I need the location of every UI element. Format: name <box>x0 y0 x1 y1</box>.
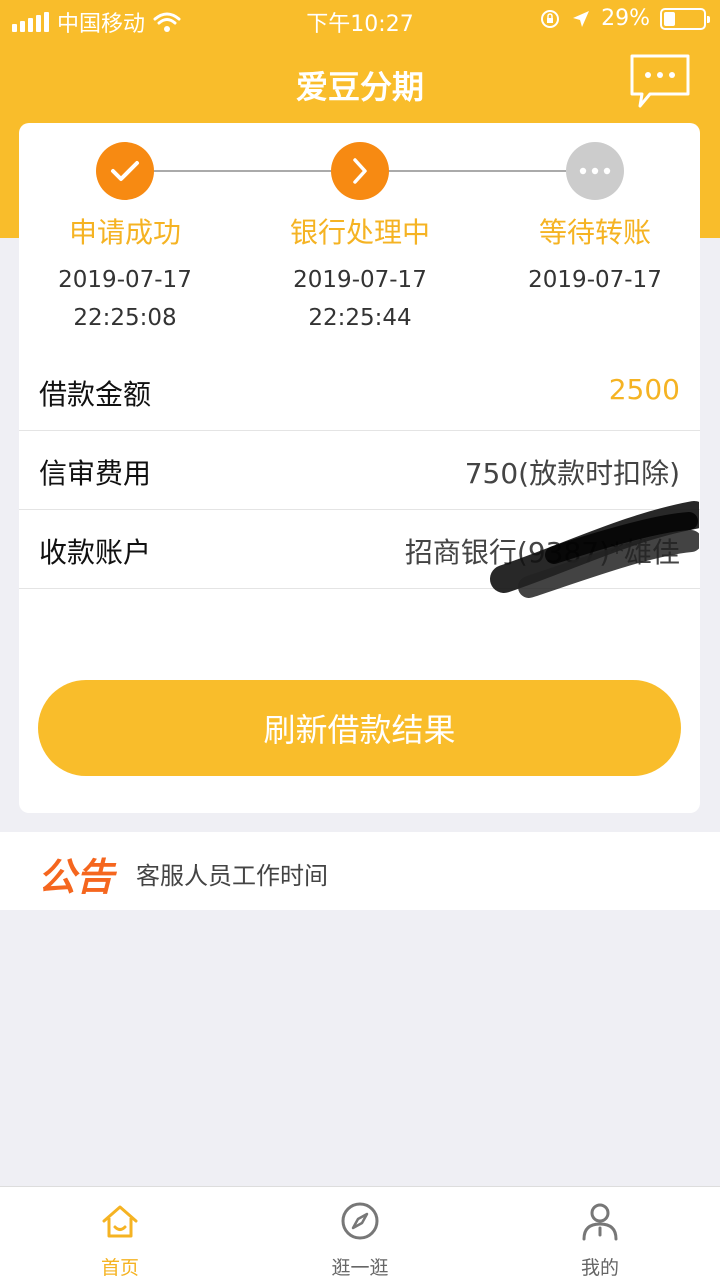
step-date: 2019-07-17 <box>293 267 427 293</box>
redaction-scribble <box>490 501 699 598</box>
review-fee-value: 750(放款时扣除) <box>464 457 680 490</box>
tab-label: 首页 <box>100 1257 139 1279</box>
home-icon <box>102 1205 138 1238</box>
notice-tag: 公告 <box>38 855 115 899</box>
notice-bar[interactable]: 公告 客服人员工作时间 <box>0 832 720 910</box>
progress-line-2 <box>388 170 566 172</box>
step-time: 22:25:08 <box>73 305 177 331</box>
orientation-lock-icon <box>541 9 560 28</box>
message-icon[interactable] <box>628 52 692 110</box>
step-label-applied: 申请成功 <box>68 216 181 249</box>
nav-bar: 爱豆分期 <box>0 40 720 122</box>
loan-status-card: 申请成功 银行处理中 等待转账 2019-07-17 22:25:08 2019… <box>19 123 700 813</box>
tab-bar: 首页 逛一逛 我的 <box>0 1186 720 1280</box>
location-icon <box>573 10 590 27</box>
step-current-icon <box>331 142 389 200</box>
step-date: 2019-07-17 <box>528 267 662 293</box>
step-datetime-applied: 2019-07-17 22:25:08 <box>25 261 225 337</box>
review-fee-label: 信审费用 <box>39 457 152 490</box>
step-datetime-waiting: 2019-07-17 <box>495 261 695 299</box>
tab-explore[interactable]: 逛一逛 <box>240 1187 480 1280</box>
battery-icon <box>660 7 710 30</box>
step-done-icon <box>96 142 154 200</box>
check-icon <box>111 161 139 181</box>
more-dots-icon <box>579 167 611 175</box>
step-datetime-processing: 2019-07-17 22:25:44 <box>260 261 460 337</box>
battery-percent: 29% <box>601 6 650 31</box>
tab-home[interactable]: 首页 <box>0 1187 240 1280</box>
progress-line-1 <box>153 170 331 172</box>
receiving-account-row: 收款账户 招商银行(9387)*雄佳 <box>19 501 700 598</box>
step-label-waiting: 等待转账 <box>538 216 651 249</box>
step-pending-icon <box>566 142 624 200</box>
tab-mine[interactable]: 我的 <box>480 1187 720 1280</box>
step-date: 2019-07-17 <box>58 267 192 293</box>
step-time: 22:25:44 <box>308 305 412 331</box>
user-icon <box>582 1203 618 1241</box>
refresh-loan-result-button[interactable]: 刷新借款结果 <box>38 680 681 776</box>
page-title: 爱豆分期 <box>295 68 424 106</box>
loan-amount-row: 借款金额 2500 <box>19 353 700 431</box>
status-bar: 中国移动 下午10:27 29% <box>0 0 720 40</box>
chevron-right-icon <box>353 158 367 184</box>
notice-text[interactable]: 客服人员工作时间 <box>136 856 328 891</box>
loan-amount-value: 2500 <box>608 373 680 406</box>
step-label-processing: 银行处理中 <box>289 216 430 249</box>
receiving-account-label: 收款账户 <box>39 536 152 569</box>
loan-amount-label: 借款金额 <box>39 378 152 411</box>
tab-label: 逛一逛 <box>331 1257 389 1279</box>
compass-icon <box>341 1202 379 1240</box>
tab-label: 我的 <box>580 1257 619 1279</box>
